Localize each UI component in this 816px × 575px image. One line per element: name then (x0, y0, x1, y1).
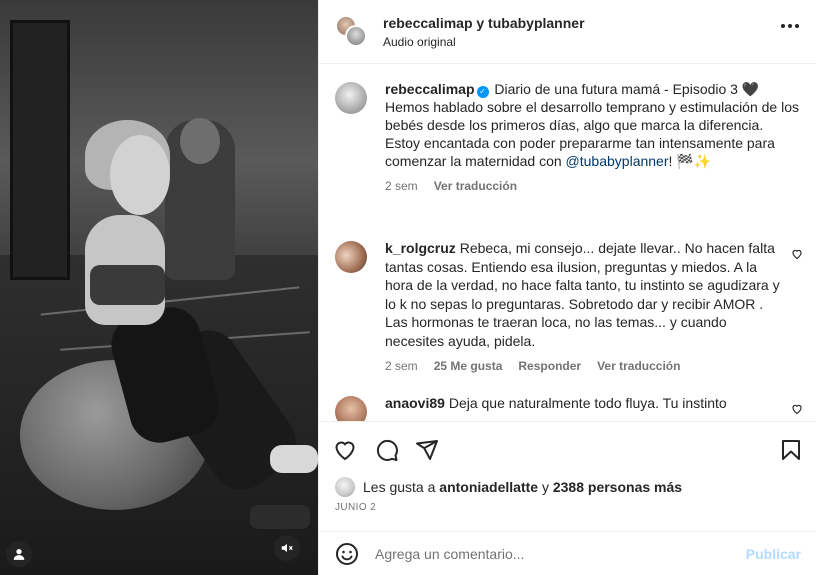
add-comment-bar: Publicar (319, 531, 816, 575)
action-bar (319, 421, 816, 481)
publish-button[interactable]: Publicar (746, 546, 801, 562)
translate-button[interactable]: Ver traducción (434, 179, 517, 193)
avatar (335, 477, 355, 497)
caption-meta: 2 sem Ver traducción (385, 179, 805, 193)
comment-username[interactable]: k_rolgcruz (385, 240, 456, 256)
like-button[interactable] (331, 436, 359, 464)
comment-likes[interactable]: 25 Me gusta (434, 359, 503, 373)
comment-meta: 2 sem 25 Me gusta Responder Ver traducci… (385, 359, 805, 373)
dumbbell (250, 505, 310, 529)
avatar (345, 25, 367, 47)
translate-button[interactable]: Ver traducción (597, 359, 680, 373)
share-button[interactable] (413, 436, 441, 464)
post-caption: rebeccalimap ✓ Diario de una futura mamá … (335, 80, 805, 193)
sneaker (270, 445, 318, 473)
woman-head (110, 135, 170, 215)
comments-section[interactable]: rebeccalimap ✓ Diario de una futura mamá … (319, 64, 816, 421)
caption-text-part2: ! 🏁✨ (668, 153, 712, 169)
save-button[interactable] (777, 436, 805, 464)
comment-item: anaovi89 Deja que naturalmente todo fluy… (335, 394, 805, 421)
avatar[interactable] (335, 396, 367, 421)
post-detail-panel: rebeccalimap y tubabyplanner Audio origi… (318, 0, 816, 575)
more-icon (781, 24, 785, 28)
send-icon (416, 440, 438, 460)
comment-input[interactable] (375, 542, 735, 566)
comment-body: Rebeca, mi consejo... dejate llevar.. No… (385, 240, 780, 349)
avatar[interactable] (335, 241, 367, 273)
more-options-button[interactable] (781, 24, 799, 28)
heart-icon (792, 249, 802, 260)
heart-icon (335, 441, 355, 461)
comment-icon (376, 439, 398, 461)
post-date[interactable]: JUNIO 2 (335, 502, 376, 513)
trainer-head (180, 118, 220, 164)
audio-toggle-button[interactable] (274, 535, 300, 561)
post-media[interactable] (0, 0, 318, 575)
post-header: rebeccalimap y tubabyplanner Audio origi… (319, 0, 816, 64)
comment-like-button[interactable] (791, 247, 803, 265)
comment-text: anaovi89 Deja que naturalmente todo fluy… (385, 394, 783, 413)
collab-avatars[interactable] (335, 15, 367, 47)
likes-prefix: Les gusta a (363, 479, 436, 495)
comment-time[interactable]: 2 sem (385, 359, 418, 373)
emoji-button[interactable] (335, 542, 359, 571)
heart-icon (792, 404, 802, 415)
gym-machine (10, 20, 70, 280)
likes-connector: y (541, 479, 549, 495)
avatar[interactable] (335, 82, 367, 114)
audio-label[interactable]: Audio original (383, 35, 456, 49)
reply-button[interactable]: Responder (518, 359, 581, 373)
caption-time[interactable]: 2 sem (385, 179, 418, 193)
post-author-names[interactable]: rebeccalimap y tubabyplanner (383, 15, 585, 31)
user-tag-icon (13, 549, 25, 560)
likes-summary[interactable]: Les gusta a antoniadellatte y 2388 perso… (335, 477, 682, 497)
comment-like-button[interactable] (791, 402, 803, 420)
likes-count[interactable]: 2388 personas más (553, 479, 682, 495)
sports-top (90, 265, 165, 305)
mention-link[interactable]: @tubabyplanner (566, 153, 669, 169)
speaker-muted-icon (281, 543, 293, 553)
verified-badge-icon: ✓ (476, 86, 489, 98)
liker-username[interactable]: antoniadellatte (439, 479, 538, 495)
comment-username[interactable]: anaovi89 (385, 395, 445, 411)
comment-item: k_rolgcruz Rebeca, mi consejo... dejate … (335, 239, 805, 373)
comment-body: Deja que naturalmente todo fluya. Tu ins… (448, 395, 727, 411)
user-tag-button[interactable] (6, 541, 32, 567)
caption-text: rebeccalimap ✓ Diario de una futura mamá … (385, 80, 805, 170)
comment-text: k_rolgcruz Rebeca, mi consejo... dejate … (385, 239, 783, 350)
emoji-icon (336, 543, 358, 565)
comment-button[interactable] (373, 436, 401, 464)
bookmark-icon (782, 440, 800, 460)
caption-username[interactable]: rebeccalimap (385, 81, 475, 97)
